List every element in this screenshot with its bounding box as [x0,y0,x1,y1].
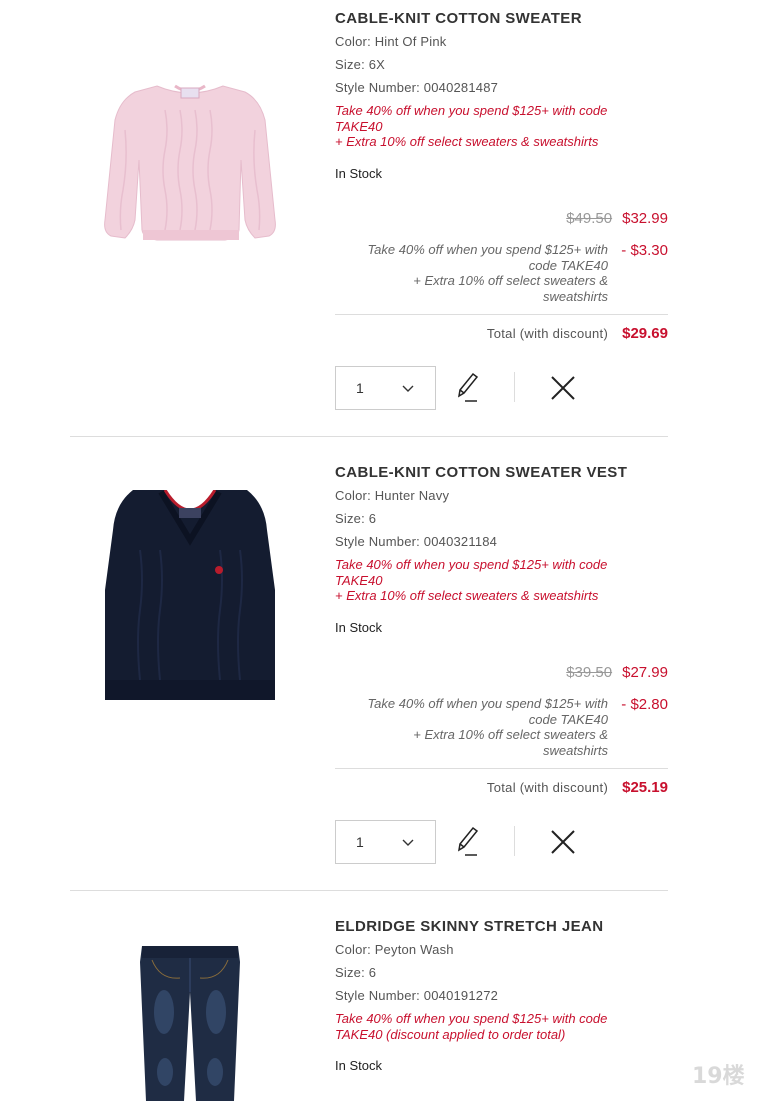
close-icon[interactable] [549,828,577,856]
discount-description: Take 40% off when you spend $125+ with c… [367,696,608,758]
product-size: Size: 6 [335,511,377,526]
price-divider [335,768,668,769]
price-block: $39.50 $27.99 Take 40% off when you spen… [335,664,668,799]
product-size: Size: 6 [335,965,377,980]
total-label: Total (with discount) [486,780,609,795]
item-actions: 1 [335,820,668,864]
product-image[interactable] [130,942,250,1101]
sweater-vest-image [105,489,275,700]
quantity-select[interactable]: 1 [335,820,436,864]
product-style-number: Style Number: 0040321184 [335,534,498,549]
discount-amount: - $2.80 [621,696,668,713]
product-image[interactable] [95,489,285,700]
jeans-image [140,946,240,1101]
item-divider [70,890,668,891]
product-info: ELDRIDGE SKINNY STRETCH JEAN Color: Peyt… [335,916,668,1075]
cart-item: ELDRIDGE SKINNY STRETCH JEAN Color: Peyt… [0,0,780,1101]
promo-text: Take 40% off when you spend $125+ with c… [335,1011,608,1042]
stock-status: In Stock [335,619,382,635]
stock-status: In Stock [335,1058,382,1073]
chevron-down-icon [402,839,414,846]
discount-row: Take 40% off when you spend $125+ with c… [335,696,668,758]
total-value: $25.19 [622,779,668,796]
product-style-number: Style Number: 0040191272 [335,988,499,1003]
product-title[interactable]: CABLE-KNIT COTTON SWEATER VEST [335,462,668,484]
sale-price: $27.99 [622,664,668,681]
pencil-icon[interactable] [453,824,481,858]
original-price: $39.50 [566,664,613,681]
product-title[interactable]: ELDRIDGE SKINNY STRETCH JEAN [335,916,668,938]
product-color: Color: Peyton Wash [335,942,454,957]
promo-text: Take 40% off when you spend $125+ with c… [335,557,608,603]
product-color: Color: Hunter Navy [335,488,450,503]
quantity-value: 1 [356,834,364,850]
svg-text:19楼: 19楼 [692,1064,745,1089]
watermark-logo: 19楼 [690,1059,760,1089]
action-separator [514,826,515,856]
total-row: Total (with discount) $25.19 [335,779,668,799]
watermark-icon: 19楼 [692,1064,745,1089]
product-info: CABLE-KNIT COTTON SWEATER VEST Color: Hu… [335,462,668,637]
